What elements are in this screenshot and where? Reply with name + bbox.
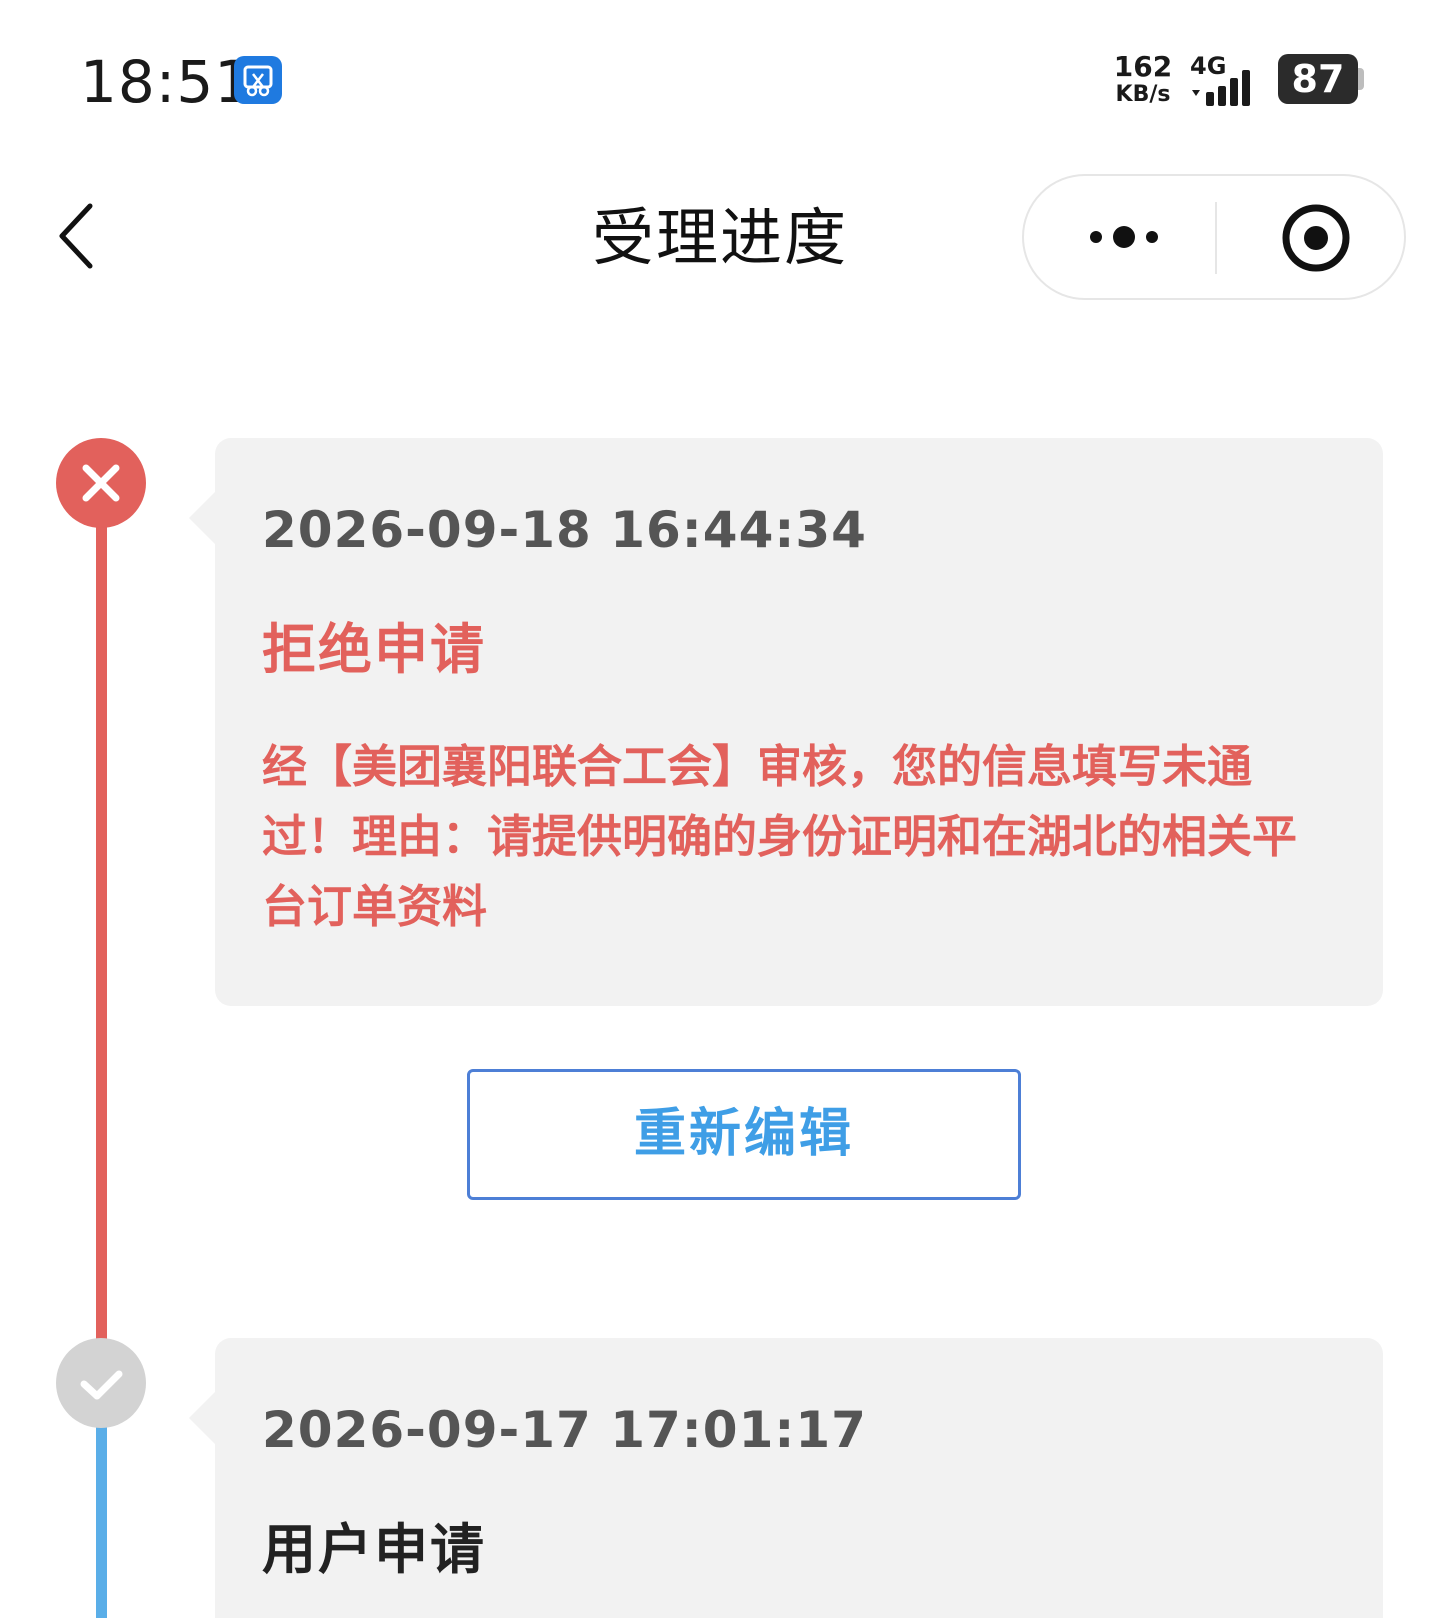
rejection-reason: 经【美团襄阳联合工会】审核，您的信息填写未通过！理由：请提供明确的身份证明和在湖… [262,740,1298,933]
status-time: 18:51 [80,48,253,116]
close-mini-program-button[interactable] [1276,198,1356,278]
progress-screen: 18:51 162 KB/s 4G 87 受理进度 2026-09-18 16:… [0,0,1440,1618]
timeline-time: 2026-09-18 16:44:34 [262,501,867,559]
back-button[interactable] [50,196,110,276]
timeline-card-done: 2026-09-17 17:01:17 用户申请 [189,1338,1383,1618]
chevron-left-icon [59,203,93,269]
timeline-line-rejected [96,500,107,1340]
timeline-line-done [96,1420,107,1618]
more-button[interactable] [1084,214,1164,260]
target-close-icon [1282,204,1350,272]
page-title: 受理进度 [591,201,848,274]
status-bar: 18:51 162 KB/s 4G 87 [0,0,1440,160]
network-speed-unit: KB/s [1115,82,1171,107]
timeline-time: 2026-09-17 17:01:17 [262,1401,867,1459]
battery-tip [1358,68,1364,90]
mini-program-capsule [1022,174,1406,300]
close-icon [82,464,120,502]
check-icon [80,1370,123,1400]
timeline-node-rejected [56,438,146,528]
timeline-card-rejected: 2026-09-18 16:44:34 拒绝申请 经【美团襄阳联合工会】审核，您… [189,438,1383,1006]
battery-indicator: 87 [1278,54,1358,104]
re-edit-button[interactable]: 重新编辑 [467,1069,1021,1200]
timeline-node-done [56,1338,146,1428]
capsule-divider [1215,202,1217,274]
signal-icon [1190,62,1262,106]
more-dots-icon [1090,226,1158,248]
timeline-status: 拒绝申请 [262,618,486,681]
timeline-status: 用户申请 [262,1518,486,1581]
network-speed-value: 162 [1113,50,1173,83]
screenshot-app-icon [234,56,282,104]
network-speed: 162 KB/s [1112,52,1174,108]
